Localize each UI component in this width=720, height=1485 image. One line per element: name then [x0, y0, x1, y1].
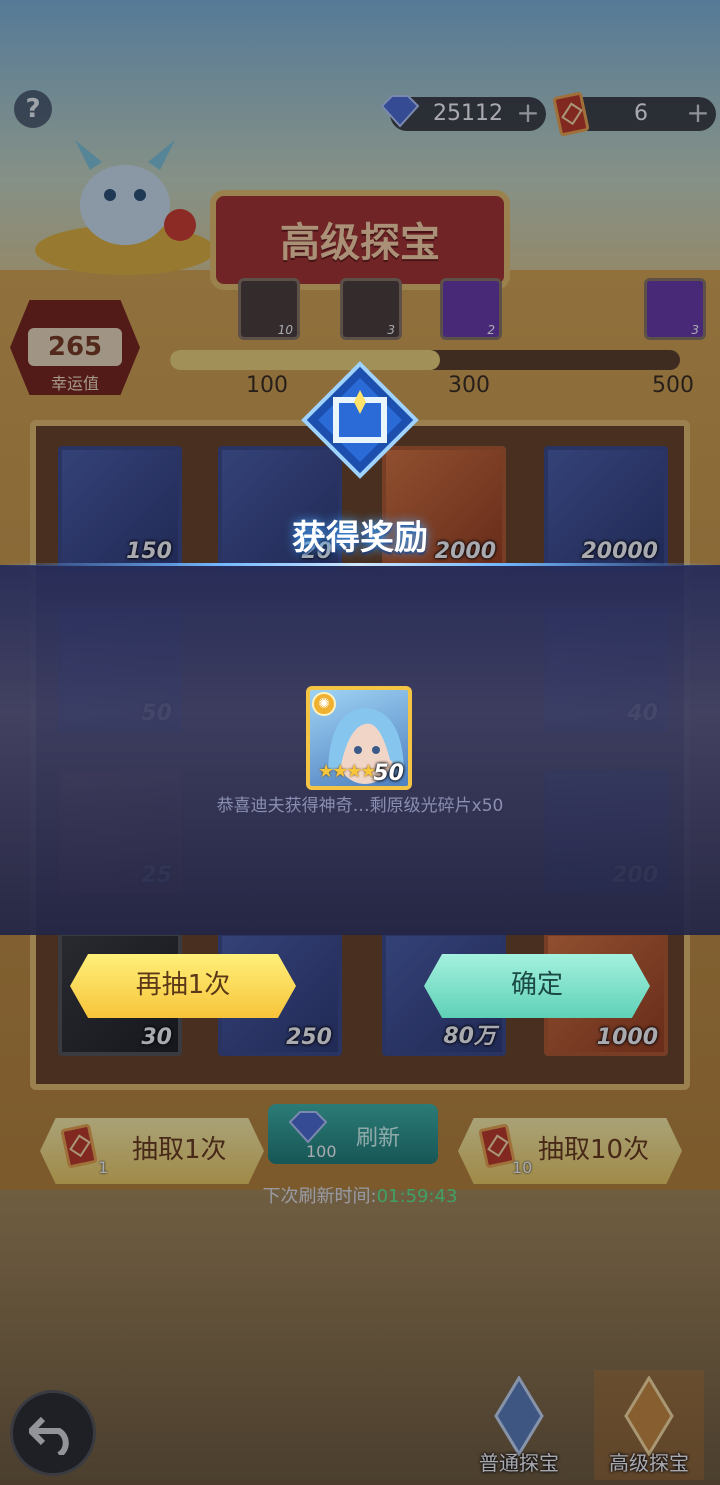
modal-title: 获得奖励 [292, 518, 428, 558]
reward-stars: ★★★★ [318, 761, 377, 782]
retry-button[interactable]: 再抽1次 [70, 954, 296, 1018]
element-badge-icon: ✺ [312, 692, 336, 716]
treasure-emblem-icon [301, 361, 419, 479]
modal-top-line [0, 563, 720, 566]
confirm-button[interactable]: 确定 [424, 954, 650, 1018]
reward-count: 50 [373, 761, 404, 786]
log-entry: 恭喜迪夫获得神奇…剩原级光碎片x50 [216, 796, 504, 816]
reward-item[interactable]: ✺ ★★★★ 50 [306, 686, 412, 790]
